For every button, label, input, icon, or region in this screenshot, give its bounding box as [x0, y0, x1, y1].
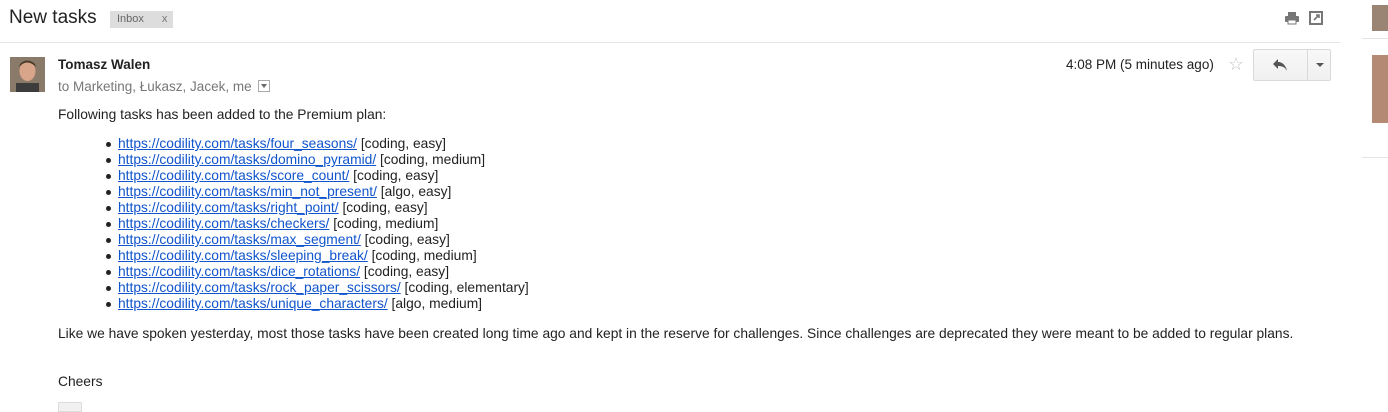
- task-link[interactable]: https://codility.com/tasks/right_point/: [118, 200, 339, 215]
- task-tags: [algo, easy]: [380, 184, 452, 199]
- more-actions-dropdown[interactable]: [1308, 50, 1330, 80]
- task-list-item: https://codility.com/tasks/sleeping_brea…: [100, 248, 529, 264]
- task-tags: [coding, medium]: [333, 216, 439, 231]
- task-list-item: https://codility.com/tasks/four_seasons/…: [100, 136, 529, 152]
- recipients-line: to Marketing, Łukasz, Jacek, me: [58, 79, 270, 94]
- print-icon[interactable]: [1284, 10, 1300, 26]
- message-timestamp: 4:08 PM (5 minutes ago): [1066, 57, 1214, 72]
- task-tags: [coding, medium]: [371, 248, 477, 263]
- label-text: Inbox: [117, 13, 144, 25]
- task-tags: [coding, elementary]: [404, 280, 529, 295]
- task-tags: [coding, easy]: [353, 168, 439, 183]
- task-list-item: https://codility.com/tasks/score_count/ …: [100, 168, 529, 184]
- task-list-item: https://codility.com/tasks/unique_charac…: [100, 296, 529, 312]
- reply-button[interactable]: [1254, 50, 1308, 80]
- show-trimmed-content-button[interactable]: [58, 402, 82, 412]
- intro-text: Following tasks has been added to the Pr…: [58, 107, 387, 122]
- task-tags: [coding, easy]: [342, 200, 428, 215]
- task-link[interactable]: https://codility.com/tasks/unique_charac…: [118, 296, 388, 311]
- task-tags: [coding, medium]: [380, 152, 486, 167]
- remove-label-button[interactable]: x: [162, 13, 168, 25]
- task-list: https://codility.com/tasks/four_seasons/…: [100, 136, 529, 312]
- task-list-item: https://codility.com/tasks/checkers/ [co…: [100, 216, 529, 232]
- signoff: Cheers: [58, 374, 103, 389]
- email-subject: New tasks: [9, 7, 97, 28]
- task-link[interactable]: https://codility.com/tasks/score_count/: [118, 168, 349, 183]
- label-chip-inbox: Inbox x: [110, 11, 174, 28]
- reply-button-group: [1253, 49, 1331, 81]
- side-divider: [1362, 157, 1388, 158]
- task-link[interactable]: https://codility.com/tasks/checkers/: [118, 216, 329, 231]
- task-list-item: https://codility.com/tasks/domino_pyrami…: [100, 152, 529, 168]
- task-tags: [coding, easy]: [360, 136, 446, 151]
- task-list-item: https://codility.com/tasks/dice_rotation…: [100, 264, 529, 280]
- task-link[interactable]: https://codility.com/tasks/rock_paper_sc…: [118, 280, 401, 295]
- side-avatar-small[interactable]: [1372, 5, 1388, 31]
- task-link[interactable]: https://codility.com/tasks/domino_pyrami…: [118, 152, 376, 167]
- task-tags: [coding, easy]: [364, 232, 450, 247]
- show-details-button[interactable]: [257, 80, 270, 93]
- task-link[interactable]: https://codility.com/tasks/min_not_prese…: [118, 184, 377, 199]
- sender-name[interactable]: Tomasz Walen: [58, 57, 150, 72]
- top-actions: [1284, 10, 1324, 26]
- side-divider: [1362, 38, 1388, 39]
- task-link[interactable]: https://codility.com/tasks/max_segment/: [118, 232, 361, 247]
- new-window-icon[interactable]: [1308, 10, 1324, 26]
- task-list-item: https://codility.com/tasks/right_point/ …: [100, 200, 529, 216]
- side-avatar-large[interactable]: [1372, 55, 1388, 123]
- task-link[interactable]: https://codility.com/tasks/four_seasons/: [118, 136, 357, 151]
- subject-bar: New tasks Inbox x: [0, 0, 1340, 43]
- task-list-item: https://codility.com/tasks/min_not_prese…: [100, 184, 529, 200]
- task-list-item: https://codility.com/tasks/max_segment/ …: [100, 232, 529, 248]
- star-icon[interactable]: ☆: [1228, 54, 1244, 75]
- body-paragraph: Like we have spoken yesterday, most thos…: [58, 326, 1294, 341]
- recipients-text: to Marketing, Łukasz, Jacek, me: [58, 79, 252, 94]
- task-link[interactable]: https://codility.com/tasks/dice_rotation…: [118, 264, 360, 279]
- side-panel: [1362, 0, 1388, 408]
- task-list-item: https://codility.com/tasks/rock_paper_sc…: [100, 280, 529, 296]
- task-tags: [algo, medium]: [391, 296, 483, 311]
- task-tags: [coding, easy]: [363, 264, 450, 279]
- task-link[interactable]: https://codility.com/tasks/sleeping_brea…: [118, 248, 368, 263]
- sender-avatar[interactable]: [10, 57, 45, 92]
